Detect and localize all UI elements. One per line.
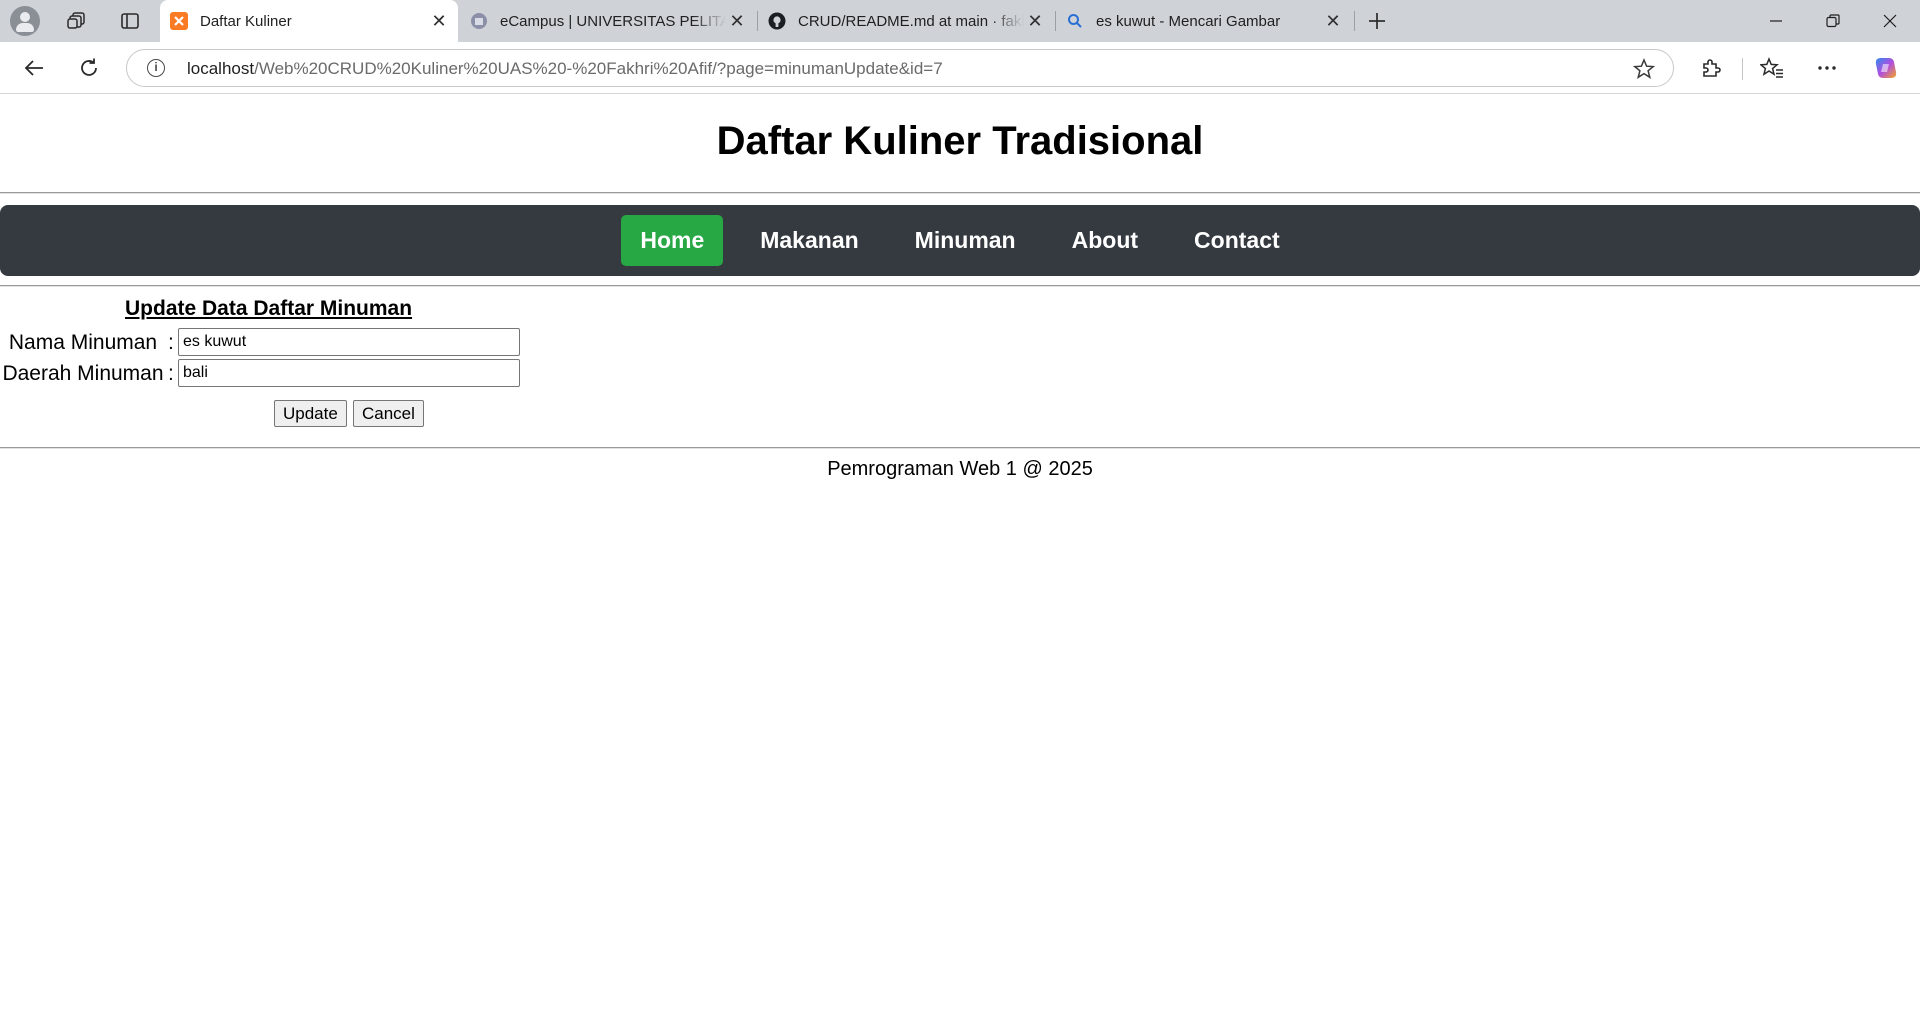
browser-toolbar: i localhost/Web%20CRUD%20Kuliner%20UAS%2… — [0, 42, 1920, 94]
favorite-star-icon[interactable] — [1632, 58, 1656, 80]
browser-tab-strip: Daftar Kuliner ✕ eCampus | UNIVERSITAS P… — [0, 0, 1920, 42]
url-host: localhost — [187, 59, 255, 78]
minimize-window-icon[interactable] — [1748, 0, 1804, 42]
restore-window-icon[interactable] — [1805, 0, 1861, 42]
browser-tab-daftar-kuliner[interactable]: Daftar Kuliner ✕ — [160, 0, 458, 42]
copilot-icon[interactable] — [1872, 54, 1900, 82]
web-page: Daftar Kuliner Tradisional Home Makanan … — [0, 95, 1920, 1020]
favorites-icon[interactable] — [1758, 54, 1786, 82]
nav-divider — [0, 285, 1920, 287]
site-info-icon[interactable]: i — [147, 59, 165, 77]
daerah-minuman-label: Daerah Minuman — [2, 362, 164, 385]
close-tab-icon[interactable]: ✕ — [1322, 11, 1344, 32]
form-heading: Update Data Daftar Minuman — [125, 297, 413, 320]
page-title: Daftar Kuliner Tradisional — [716, 119, 1204, 163]
search-icon — [1066, 12, 1084, 30]
more-options-icon[interactable] — [1813, 54, 1841, 82]
nav-home[interactable]: Home — [621, 215, 724, 266]
cancel-button[interactable]: Cancel — [353, 400, 424, 427]
close-window-icon[interactable] — [1862, 0, 1918, 42]
address-bar[interactable]: i localhost/Web%20CRUD%20Kuliner%20UAS%2… — [126, 49, 1674, 87]
github-icon — [768, 12, 786, 30]
ecampus-icon — [470, 12, 488, 30]
tab-separator — [1354, 11, 1355, 31]
field-colon: : — [168, 331, 174, 354]
daerah-minuman-input[interactable] — [178, 359, 520, 387]
profile-avatar-icon[interactable] — [10, 6, 40, 36]
url-path: /Web%20CRUD%20Kuliner%20UAS%20-%20Fakhri… — [254, 59, 943, 78]
page-footer: Pemrograman Web 1 @ 2025 — [827, 458, 1093, 480]
close-tab-icon[interactable]: ✕ — [428, 11, 450, 32]
main-navbar: Home Makanan Minuman About Contact — [0, 205, 1920, 276]
back-arrow-icon[interactable] — [20, 54, 48, 82]
reload-icon[interactable] — [75, 54, 103, 82]
browser-tab-github[interactable]: CRUD/README.md at main · fakhri ✕ — [758, 0, 1054, 42]
tab-title: Daftar Kuliner — [200, 12, 292, 30]
workspaces-icon[interactable] — [64, 8, 90, 34]
xampp-icon — [170, 12, 188, 30]
toolbar-separator — [1742, 58, 1743, 80]
address-url[interactable]: localhost/Web%20CRUD%20Kuliner%20UAS%20-… — [187, 59, 943, 79]
nav-contact[interactable]: Contact — [1175, 215, 1299, 266]
footer-divider — [0, 447, 1920, 449]
form-actions: Update Cancel — [0, 400, 520, 430]
browser-tab-ecampus[interactable]: eCampus | UNIVERSITAS PELITA BANGSA ✕ — [460, 0, 756, 42]
browser-tab-es-kuwut[interactable]: es kuwut - Mencari Gambar ✕ — [1056, 0, 1352, 42]
nama-minuman-label: Nama Minuman — [8, 331, 158, 354]
tab-title: CRUD/README.md at main · fakhri — [798, 12, 1024, 30]
field-colon: : — [168, 362, 174, 385]
close-tab-icon[interactable]: ✕ — [726, 11, 748, 32]
extensions-icon[interactable] — [1697, 54, 1725, 82]
tab-title: es kuwut - Mencari Gambar — [1096, 12, 1281, 30]
nama-minuman-input[interactable] — [178, 328, 520, 356]
close-tab-icon[interactable]: ✕ — [1024, 11, 1046, 32]
nav-makanan[interactable]: Makanan — [741, 215, 877, 266]
tab-actions-icon[interactable] — [117, 8, 143, 34]
new-tab-icon[interactable] — [1364, 8, 1390, 34]
nav-about[interactable]: About — [1053, 215, 1157, 266]
header-divider — [0, 192, 1920, 194]
update-button[interactable]: Update — [274, 400, 347, 427]
tab-title: eCampus | UNIVERSITAS PELITA BANGSA — [500, 12, 726, 30]
nav-minuman[interactable]: Minuman — [896, 215, 1035, 266]
